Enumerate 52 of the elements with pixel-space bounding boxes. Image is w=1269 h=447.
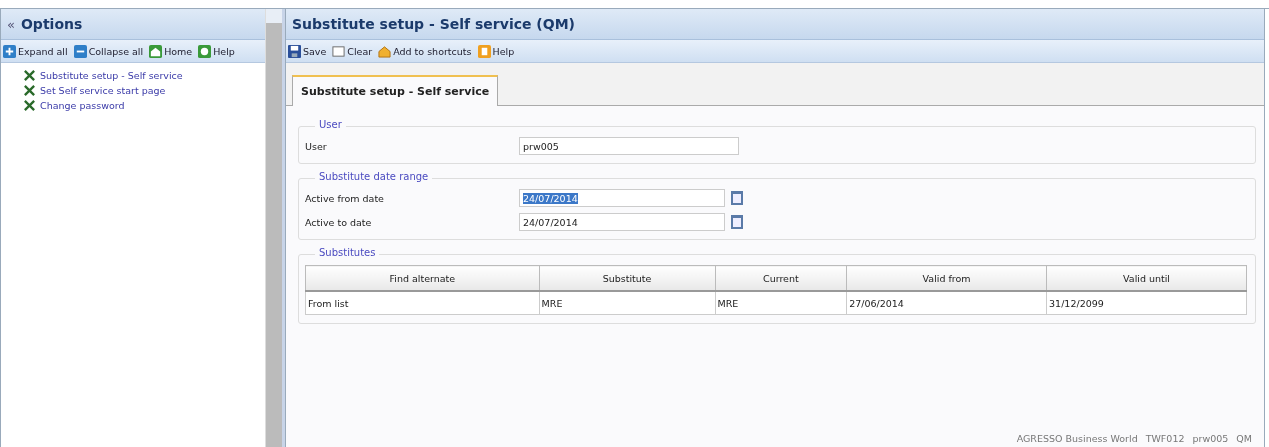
calendar-icon[interactable] [731, 191, 743, 205]
column-header[interactable]: Valid until [1046, 265, 1247, 291]
collapse-panel-button[interactable]: « [7, 16, 15, 32]
field-label: User [305, 140, 328, 152]
column-header[interactable]: Find alternate [305, 265, 540, 291]
toolbar-button[interactable]: Add to shortcuts [378, 44, 472, 58]
scrollbar[interactable] [265, 9, 282, 447]
tools-icon [23, 84, 36, 97]
user-field[interactable]: prw005 [519, 137, 739, 155]
help-icon [198, 44, 212, 58]
column-header[interactable]: Valid from [846, 265, 1047, 291]
status-text: TWF012 [1145, 433, 1185, 444]
toolbar-button[interactable]: Save [288, 44, 327, 58]
table-cell: MRE [539, 291, 716, 315]
group-legend: Substitutes [315, 247, 380, 258]
toolbar-button[interactable]: Expand all [3, 44, 68, 58]
toolbar-button[interactable]: Collapse all [73, 44, 144, 58]
status-text: QM [1236, 433, 1252, 444]
menu-item[interactable]: Set Self service start page [23, 84, 265, 97]
calendar-icon[interactable] [731, 215, 743, 229]
group-legend: Substitute date range [315, 171, 433, 182]
tab[interactable]: Substitute setup - Self service [292, 75, 499, 106]
toolbar-button[interactable]: Help [198, 44, 235, 58]
menu-item[interactable]: Substitute setup - Self service [23, 69, 265, 82]
help-icon [477, 44, 491, 58]
date-field[interactable]: 24/07/2014 [519, 189, 725, 207]
tools-icon [23, 69, 36, 82]
field-label: Active to date [305, 216, 373, 228]
table-cell: 31/12/2099 [1046, 291, 1247, 315]
toolbar-button[interactable]: Clear [332, 44, 373, 58]
group-legend: User [315, 119, 346, 130]
table-cell: MRE [715, 291, 847, 315]
window-title: Substitute setup - Self service (QM) [292, 16, 575, 32]
collapse-icon [73, 44, 87, 58]
status-text: AGRESSO Business World [1016, 433, 1138, 444]
expand-icon [3, 44, 16, 58]
field-label: Active from date [305, 192, 385, 204]
table-cell: 27/06/2014 [846, 291, 1047, 315]
toolbar-button[interactable]: Help [477, 44, 515, 58]
date-field[interactable]: 24/07/2014 [519, 213, 725, 231]
column-header[interactable]: Substitute [539, 265, 716, 291]
panel-title: Options [20, 16, 83, 32]
toolbar-button[interactable]: Home [149, 44, 193, 58]
menu-item[interactable]: Change password [23, 99, 265, 112]
home-icon [149, 44, 163, 58]
status-text: prw005 [1192, 433, 1229, 444]
table-cell: From list [305, 291, 540, 315]
save-icon [288, 44, 301, 58]
house-icon [378, 44, 392, 58]
column-header[interactable]: Current [715, 265, 847, 291]
clear-icon [332, 44, 346, 58]
tools-icon [23, 99, 36, 112]
